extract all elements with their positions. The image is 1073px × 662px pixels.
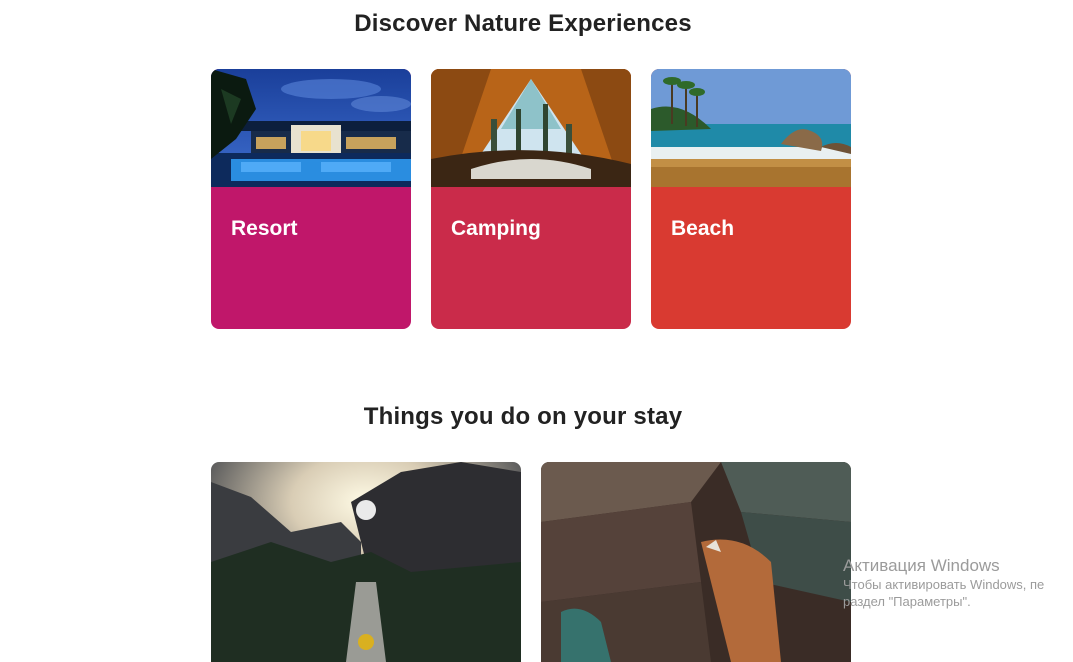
watermark-title: Активация Windows: [843, 556, 1000, 575]
card-body: Resort: [211, 187, 411, 329]
hiking-image: [211, 462, 521, 662]
card-label-camping: Camping: [451, 217, 541, 240]
resort-image: [211, 69, 411, 187]
card-body: Beach: [651, 187, 851, 329]
activity-climbing[interactable]: [541, 462, 851, 662]
section-title-activities: Things you do on your stay: [363, 403, 683, 430]
watermark-line-2: раздел "Параметры".: [843, 594, 971, 609]
camping-image: [431, 69, 631, 187]
card-label-beach: Beach: [671, 217, 735, 240]
activity-hiking[interactable]: [211, 462, 521, 662]
watermark-line-1: Чтобы активировать Windows, пе: [843, 577, 1045, 592]
card-camping[interactable]: Camping: [431, 69, 631, 329]
beach-image: [651, 69, 851, 187]
card-resort[interactable]: Resort: [211, 69, 411, 329]
experience-cards: Resort Camping Beach: [211, 69, 851, 329]
activity-list: [211, 462, 851, 662]
section-title-nature: Discover Nature Experiences: [354, 10, 692, 37]
card-beach[interactable]: Beach: [651, 69, 851, 329]
climbing-image: [541, 462, 851, 662]
card-label-resort: Resort: [231, 217, 298, 240]
windows-activation-watermark: Активация Windows Чтобы активировать Win…: [843, 556, 1044, 610]
card-body: Camping: [431, 187, 631, 329]
